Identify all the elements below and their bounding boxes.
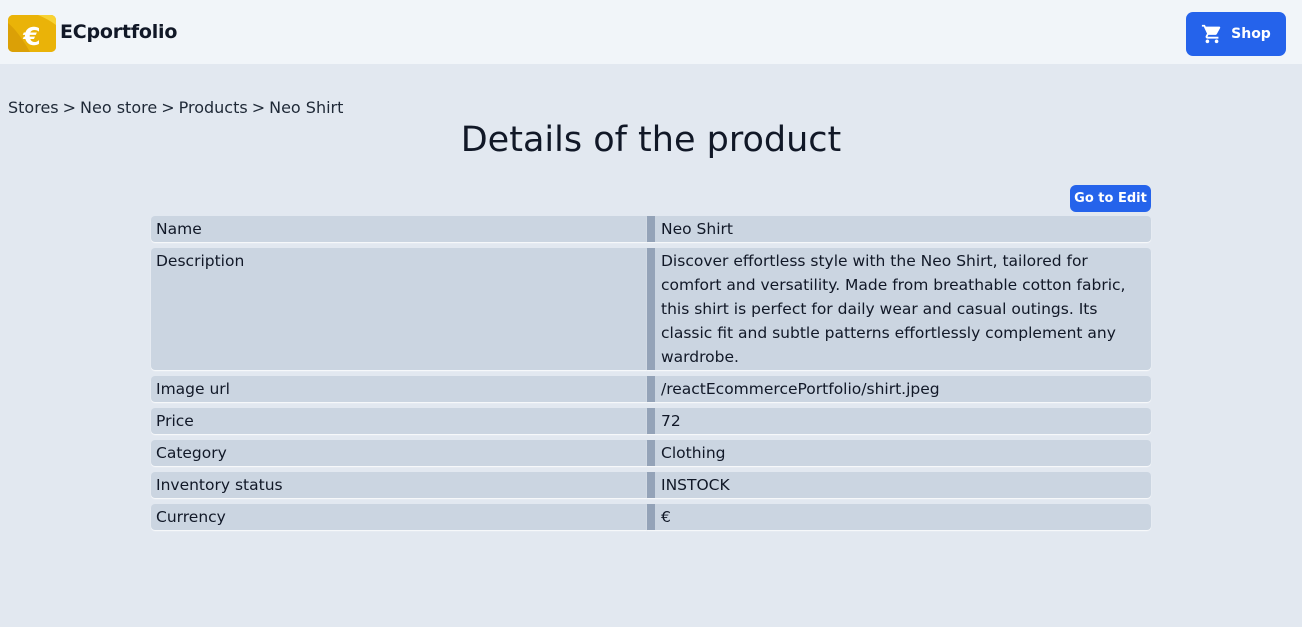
cart-icon (1202, 24, 1221, 44)
row-value: Discover effortless style with the Neo S… (647, 248, 1151, 370)
table-row-inventory-status: Inventory status INSTOCK (151, 472, 1151, 498)
row-value: Neo Shirt (647, 216, 1151, 242)
table-row-image-url: Image url /reactEcommercePortfolio/shirt… (151, 376, 1151, 402)
go-to-edit-button[interactable]: Go to Edit (1070, 185, 1151, 212)
row-value: INSTOCK (647, 472, 1151, 498)
top-navbar: € ECportfolio Shop (0, 0, 1302, 64)
breadcrumb: Stores > Neo store > Products > Neo Shir… (8, 98, 343, 117)
breadcrumb-separator: > (251, 98, 266, 117)
brand-name[interactable]: ECportfolio (60, 21, 177, 43)
row-label: Image url (151, 376, 647, 402)
row-value: € (647, 504, 1151, 530)
table-row-description: Description Discover effortless style wi… (151, 248, 1151, 370)
svg-text:€: € (22, 22, 40, 51)
page-title: Details of the product (460, 120, 842, 160)
breadcrumb-separator: > (62, 98, 77, 117)
breadcrumb-products[interactable]: Products (179, 98, 248, 117)
row-label: Price (151, 408, 647, 434)
breadcrumb-separator: > (161, 98, 175, 117)
shop-button-label: Shop (1231, 26, 1271, 42)
table-row-category: Category Clothing (151, 440, 1151, 466)
row-label: Name (151, 216, 647, 242)
euro-wallet-icon[interactable]: € (8, 15, 56, 52)
row-value: /reactEcommercePortfolio/shirt.jpeg (647, 376, 1151, 402)
breadcrumb-current: Neo Shirt (269, 98, 344, 117)
product-details-table: Name Neo Shirt Description Discover effo… (151, 210, 1151, 536)
shop-button[interactable]: Shop (1186, 12, 1286, 56)
row-label: Description (151, 248, 647, 370)
row-label: Inventory status (151, 472, 647, 498)
breadcrumb-stores[interactable]: Stores (8, 98, 59, 117)
row-label: Currency (151, 504, 647, 530)
breadcrumb-store[interactable]: Neo store (80, 98, 157, 117)
table-row-price: Price 72 (151, 408, 1151, 434)
row-value: 72 (647, 408, 1151, 434)
table-row-name: Name Neo Shirt (151, 216, 1151, 242)
row-label: Category (151, 440, 647, 466)
row-value: Clothing (647, 440, 1151, 466)
table-row-currency: Currency € (151, 504, 1151, 530)
